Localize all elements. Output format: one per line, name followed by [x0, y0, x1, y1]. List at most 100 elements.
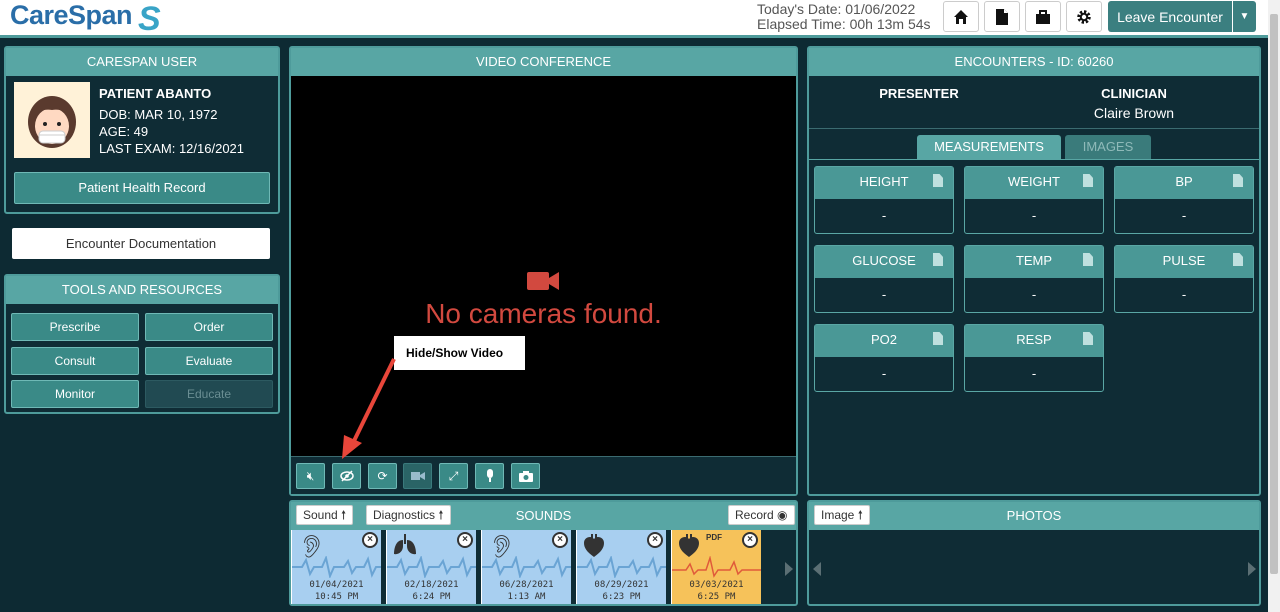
- patient-dob: DOB: MAR 10, 1972: [99, 107, 218, 122]
- top-bar: CareSpan S Today's Date: 01/06/2022 Elap…: [0, 0, 1268, 38]
- document-icon: [933, 253, 943, 266]
- close-icon[interactable]: ×: [552, 532, 568, 548]
- arrow-up-icon: 🠕: [341, 508, 347, 522]
- measurement-glucose[interactable]: GLUCOSE -: [814, 245, 954, 313]
- photos-panel: PHOTOS Image 🠕: [807, 500, 1261, 606]
- document-icon: [933, 174, 943, 187]
- document-icon: [1083, 174, 1093, 187]
- sound-date: 08/29/2021 6:23 PM: [577, 579, 666, 603]
- presenter-label: PRESENTER: [879, 86, 959, 101]
- measurement-value: -: [881, 208, 887, 223]
- document-icon: [1083, 253, 1093, 266]
- date-text: 06/28/2021: [499, 580, 554, 590]
- photos-panel-header: PHOTOS: [809, 502, 1259, 530]
- mute-button[interactable]: 🔇︎: [296, 463, 325, 489]
- measurement-temp[interactable]: TEMP -: [964, 245, 1104, 313]
- close-icon[interactable]: ×: [742, 532, 758, 548]
- measurement-value: -: [1181, 287, 1187, 302]
- microphone-button[interactable]: [475, 463, 504, 489]
- record-icon: ◉: [777, 508, 788, 522]
- camera-icon: [410, 472, 425, 480]
- patient-last-exam: LAST EXAM: 12/16/2021: [99, 141, 245, 156]
- time-text: 6:23 PM: [602, 592, 641, 602]
- scrollbar-thumb[interactable]: [1270, 14, 1278, 574]
- sounds-title: SOUNDS: [515, 508, 572, 523]
- settings-button[interactable]: [1066, 1, 1102, 32]
- document-icon: [996, 8, 1008, 25]
- measurement-pulse[interactable]: PULSE -: [1114, 245, 1254, 313]
- measurement-bp[interactable]: BP -: [1114, 166, 1254, 234]
- page-scrollbar[interactable]: [1268, 0, 1280, 612]
- sounds-next-arrow-icon[interactable]: [785, 562, 793, 576]
- measurement-resp[interactable]: RESP -: [964, 324, 1104, 392]
- time-text: 1:13 AM: [507, 592, 546, 602]
- image-label: Image: [821, 508, 855, 522]
- tools-panel: TOOLS AND RESOURCES Prescribe Order Cons…: [4, 274, 280, 414]
- leave-encounter-button[interactable]: Leave Encounter: [1108, 1, 1232, 32]
- snapshot-button[interactable]: [511, 463, 540, 489]
- prescribe-button[interactable]: Prescribe: [11, 313, 139, 341]
- measurement-weight[interactable]: WEIGHT -: [964, 166, 1104, 234]
- order-button[interactable]: Order: [145, 313, 273, 341]
- diagnostics-label: Diagnostics: [373, 508, 436, 522]
- patient-age: AGE: 49: [99, 124, 149, 139]
- patient-name: PATIENT ABANTO: [99, 86, 212, 101]
- encounter-documentation-button[interactable]: Encounter Documentation: [12, 228, 270, 259]
- video-camera-icon: [527, 272, 559, 290]
- eye-slash-icon: [339, 470, 354, 482]
- callout-arrow-icon: [342, 358, 396, 459]
- logo: CareSpan: [10, 0, 133, 30]
- date-text: 03/03/2021: [689, 580, 744, 590]
- briefcase-button[interactable]: [1025, 1, 1061, 32]
- image-upload-button[interactable]: Image 🠕: [814, 505, 870, 525]
- date-info: Today's Date: 01/06/2022 Elapsed Time: 0…: [757, 2, 931, 32]
- measurement-value: -: [881, 366, 887, 381]
- photos-title: PHOTOS: [1006, 508, 1062, 523]
- diagnostic-card[interactable]: PDF × 03/03/2021 6:25 PM: [671, 530, 761, 604]
- pdf-badge: PDF: [706, 533, 722, 542]
- speaker-muted-icon: 🔇︎: [306, 468, 315, 483]
- time-text: 6:25 PM: [697, 592, 736, 602]
- waveform-icon: [387, 556, 476, 578]
- tab-images[interactable]: IMAGES: [1065, 135, 1151, 159]
- sound-card[interactable]: × 02/18/2021 6:24 PM: [386, 530, 476, 604]
- close-icon[interactable]: ×: [457, 532, 473, 548]
- record-button[interactable]: Record ◉: [728, 505, 795, 525]
- expand-icon: ⤢: [448, 468, 459, 483]
- clinician-name: Claire Brown: [1093, 105, 1175, 121]
- patient-health-record-button[interactable]: Patient Health Record: [14, 172, 270, 204]
- switch-camera-button[interactable]: ⟳: [368, 463, 397, 489]
- gear-icon: [1077, 9, 1091, 24]
- measurement-label: GLUCOSE: [852, 253, 916, 268]
- sound-upload-button[interactable]: Sound 🠕: [296, 505, 354, 525]
- evaluate-button[interactable]: Evaluate: [145, 347, 273, 375]
- close-icon[interactable]: ×: [362, 532, 378, 548]
- close-icon[interactable]: ×: [647, 532, 663, 548]
- photos-next-arrow-icon[interactable]: [1248, 562, 1256, 576]
- document-button[interactable]: [984, 1, 1020, 32]
- sound-card[interactable]: 👂︎ × 06/28/2021 1:13 AM: [481, 530, 571, 604]
- camera-toggle-button[interactable]: [403, 463, 432, 489]
- caret-down-icon: ▼: [1239, 11, 1250, 22]
- photos-prev-arrow-icon[interactable]: [813, 562, 821, 576]
- waveform-icon: [577, 556, 666, 578]
- measurement-label: BP: [1175, 174, 1193, 189]
- measurement-label: RESP: [1016, 332, 1052, 347]
- measurement-value: -: [1031, 287, 1037, 302]
- arrow-up-icon: 🠕: [438, 508, 444, 522]
- sound-card[interactable]: 👂︎ × 01/04/2021 10:45 PM: [291, 530, 381, 604]
- monitor-button[interactable]: Monitor: [11, 380, 139, 408]
- diagnostics-upload-button[interactable]: Diagnostics 🠕: [366, 505, 451, 525]
- consult-button[interactable]: Consult: [11, 347, 139, 375]
- home-button[interactable]: [943, 1, 979, 32]
- leave-encounter-dropdown[interactable]: ▼: [1233, 1, 1256, 32]
- fullscreen-button[interactable]: ⤢: [439, 463, 468, 489]
- tab-measurements[interactable]: MEASUREMENTS: [917, 135, 1061, 159]
- measurement-height[interactable]: HEIGHT -: [814, 166, 954, 234]
- sound-card[interactable]: × 08/29/2021 6:23 PM: [576, 530, 666, 604]
- hide-show-video-button[interactable]: [332, 463, 361, 489]
- date-text: 02/18/2021: [404, 580, 459, 590]
- document-icon: [933, 332, 943, 345]
- refresh-icon: ⟳: [377, 469, 388, 483]
- measurement-po2[interactable]: PO2 -: [814, 324, 954, 392]
